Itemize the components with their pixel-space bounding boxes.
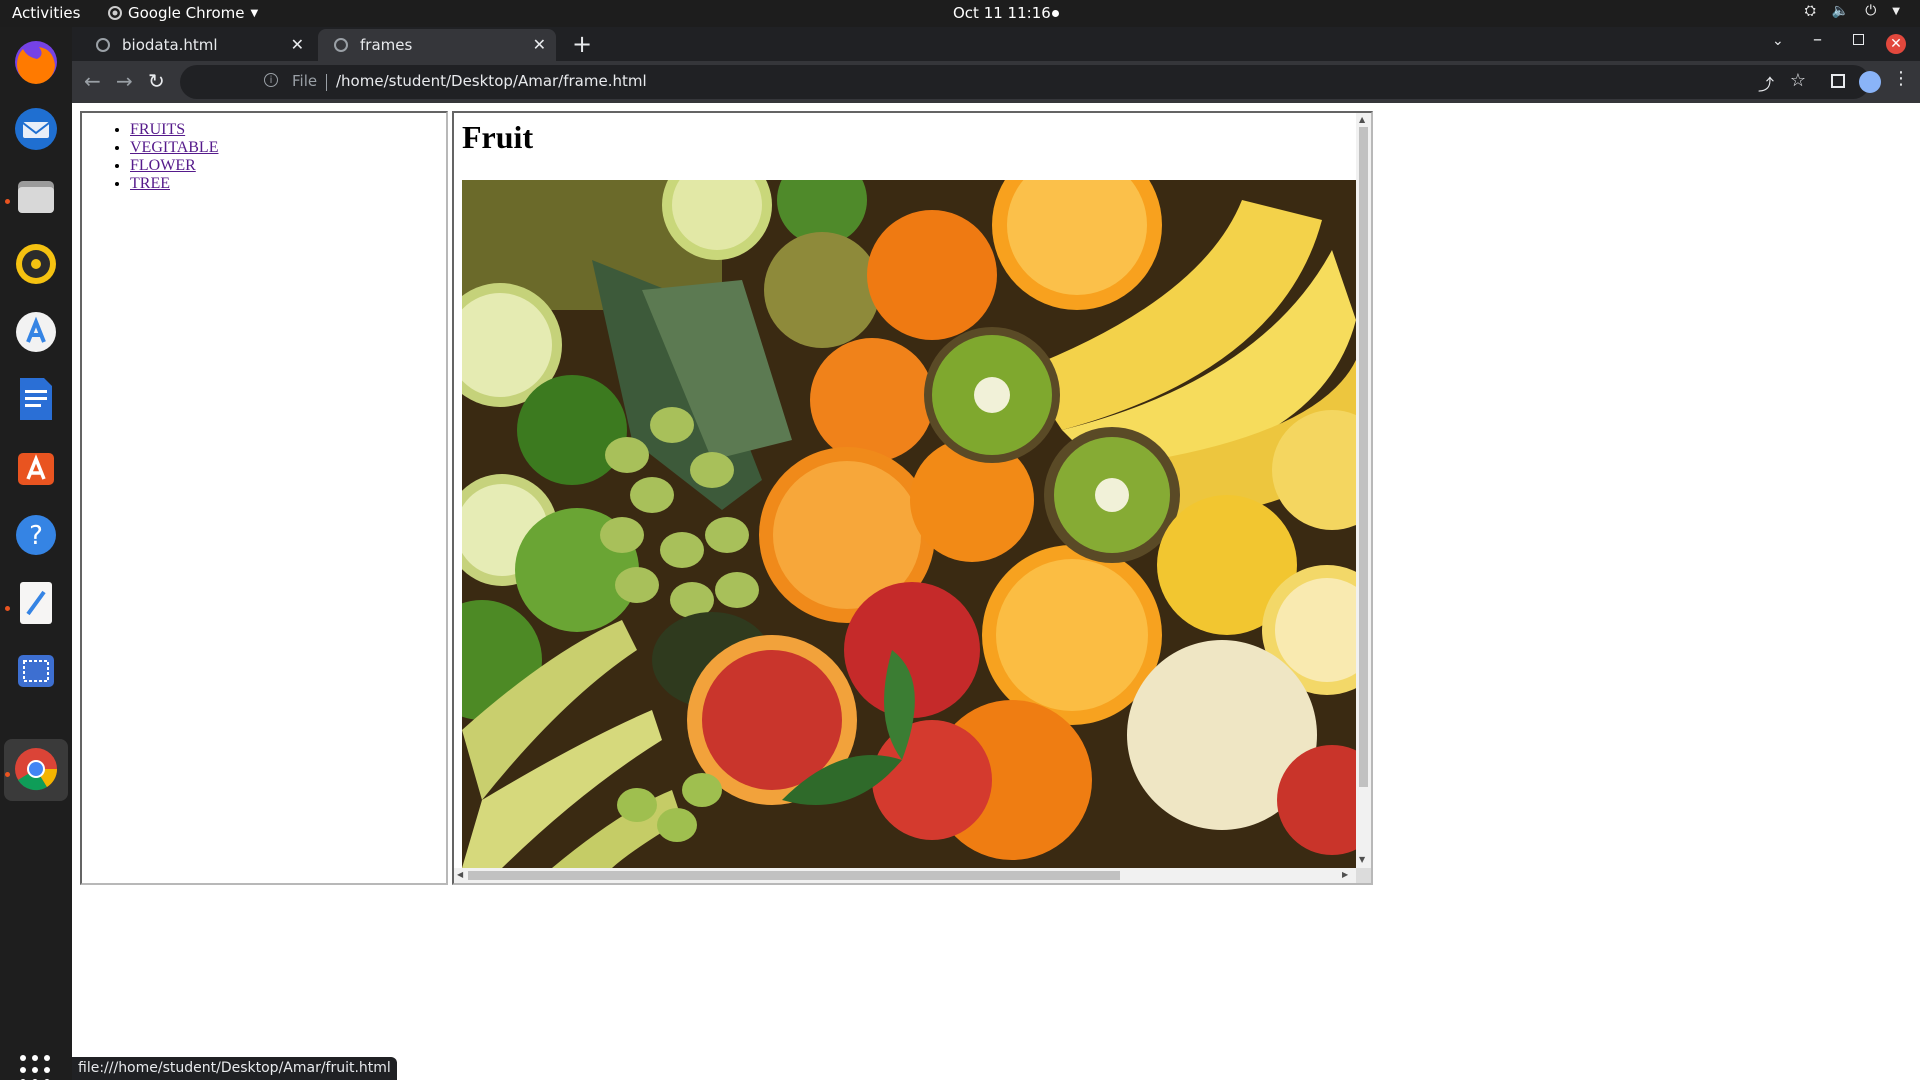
navigation-frame: FRUITS VEGITABLE FLOWER TREE (80, 111, 448, 885)
thunderbird-icon[interactable] (12, 105, 60, 153)
app-menu-label: Google Chrome (128, 4, 245, 22)
scroll-left-arrow-icon[interactable]: ◀ (457, 870, 463, 879)
info-icon[interactable]: i (264, 73, 278, 87)
back-arrow-icon[interactable]: ← (84, 69, 101, 93)
globe-icon (334, 38, 348, 52)
forward-arrow-icon[interactable]: → (116, 69, 133, 93)
close-window-button[interactable]: ✕ (1886, 34, 1906, 54)
status-bubble: file:///home/student/Desktop/Amar/fruit.… (72, 1057, 397, 1080)
list-item: TREE (130, 175, 446, 193)
network-icon[interactable]: ⛭ (1805, 3, 1816, 19)
url-text[interactable]: /home/student/Desktop/Amar/frame.html (336, 72, 647, 90)
app-menu[interactable]: Google Chrome ▼ (108, 4, 258, 22)
firefox-icon[interactable] (12, 38, 60, 86)
link-vegitable[interactable]: VEGITABLE (130, 139, 218, 156)
text-editor-icon[interactable] (12, 579, 60, 627)
page-viewport: FRUITS VEGITABLE FLOWER TREE Fruit (72, 103, 1920, 1080)
chrome-icon[interactable] (12, 745, 60, 793)
side-panel-icon[interactable] (1831, 74, 1845, 88)
tab-biodata[interactable]: biodata.html ✕ (80, 29, 314, 61)
tab-search-icon[interactable]: ⌄ (1772, 33, 1784, 49)
link-flower[interactable]: FLOWER (130, 157, 196, 174)
running-indicator (5, 772, 10, 777)
scroll-up-arrow-icon[interactable]: ▲ (1359, 115, 1365, 124)
fruit-image (462, 180, 1356, 868)
chrome-small-icon (108, 6, 122, 20)
new-tab-button[interactable]: + (572, 30, 592, 58)
list-item: FRUITS (130, 121, 446, 139)
link-tree[interactable]: TREE (130, 175, 170, 192)
tab-title: frames (360, 36, 413, 54)
rhythmbox-icon[interactable] (12, 240, 60, 288)
screenshot-icon[interactable] (12, 647, 60, 695)
dock: ? (0, 27, 72, 1085)
chevron-down-icon: ▼ (250, 7, 259, 19)
frameset: FRUITS VEGITABLE FLOWER TREE Fruit (80, 111, 1373, 885)
volume-icon[interactable]: 🔈 (1832, 3, 1849, 19)
tab-strip: biodata.html ✕ frames ✕ + ⌄ – ✕ (72, 27, 1920, 61)
globe-icon (96, 38, 110, 52)
system-top-bar: Activities Google Chrome ▼ Oct 11 11:16 … (0, 0, 1920, 27)
horizontal-scrollbar[interactable]: ◀ ▶ (454, 868, 1356, 883)
nav-list: FRUITS VEGITABLE FLOWER TREE (82, 121, 446, 193)
ubuntu-software-icon[interactable] (12, 443, 60, 491)
share-icon[interactable]: ⤴ (1758, 71, 1774, 95)
list-item: FLOWER (130, 157, 446, 175)
activities-button[interactable]: Activities (12, 4, 80, 22)
link-fruits[interactable]: FRUITS (130, 121, 185, 138)
notification-dot (1052, 10, 1059, 17)
maximize-button[interactable] (1853, 34, 1864, 45)
libreoffice-writer-icon[interactable] (12, 375, 60, 423)
show-applications-icon[interactable] (20, 1055, 50, 1085)
app-installer-icon[interactable] (12, 308, 60, 356)
scroll-right-arrow-icon[interactable]: ▶ (1342, 870, 1348, 879)
more-menu-icon[interactable]: ⋮ (1892, 68, 1910, 89)
scheme-label: File (292, 72, 318, 90)
chevron-down-icon[interactable]: ▼ (1892, 6, 1900, 17)
list-item: VEGITABLE (130, 139, 446, 157)
divider (326, 74, 327, 91)
files-icon[interactable] (12, 173, 60, 221)
profile-avatar[interactable] (1859, 71, 1881, 93)
vertical-scroll-thumb[interactable] (1359, 127, 1368, 787)
address-bar[interactable]: i File /home/student/Desktop/Amar/frame.… (180, 65, 1870, 99)
help-icon[interactable]: ? (12, 511, 60, 559)
tab-frames[interactable]: frames ✕ (318, 29, 556, 61)
bookmark-star-icon[interactable]: ☆ (1790, 70, 1806, 91)
scroll-down-arrow-icon[interactable]: ▼ (1359, 855, 1365, 864)
running-indicator (5, 199, 10, 204)
browser-toolbar: ← → ↻ i File /home/student/Desktop/Amar/… (72, 61, 1920, 103)
reload-icon[interactable]: ↻ (148, 69, 165, 93)
minimize-button[interactable]: – (1813, 29, 1822, 50)
scrollbar-corner (1356, 868, 1371, 883)
close-icon[interactable]: ✕ (533, 35, 546, 54)
browser-window: biodata.html ✕ frames ✕ + ⌄ – ✕ ← → ↻ i … (72, 27, 1920, 1080)
running-indicator (5, 606, 10, 611)
vertical-scrollbar[interactable]: ▲ ▼ (1356, 113, 1371, 868)
content-frame: Fruit ▲ ▼ ◀ ▶ (452, 111, 1373, 885)
horizontal-scroll-thumb[interactable] (468, 871, 1120, 880)
tab-title: biodata.html (122, 36, 218, 54)
power-icon[interactable]: ⏻ (1865, 3, 1876, 19)
clock[interactable]: Oct 11 11:16 (953, 4, 1051, 22)
svg-text:?: ? (29, 521, 43, 551)
system-tray[interactable]: ⛭ 🔈 ⏻ ▼ (1805, 3, 1900, 19)
close-icon[interactable]: ✕ (291, 35, 304, 54)
page-title: Fruit (462, 119, 534, 155)
